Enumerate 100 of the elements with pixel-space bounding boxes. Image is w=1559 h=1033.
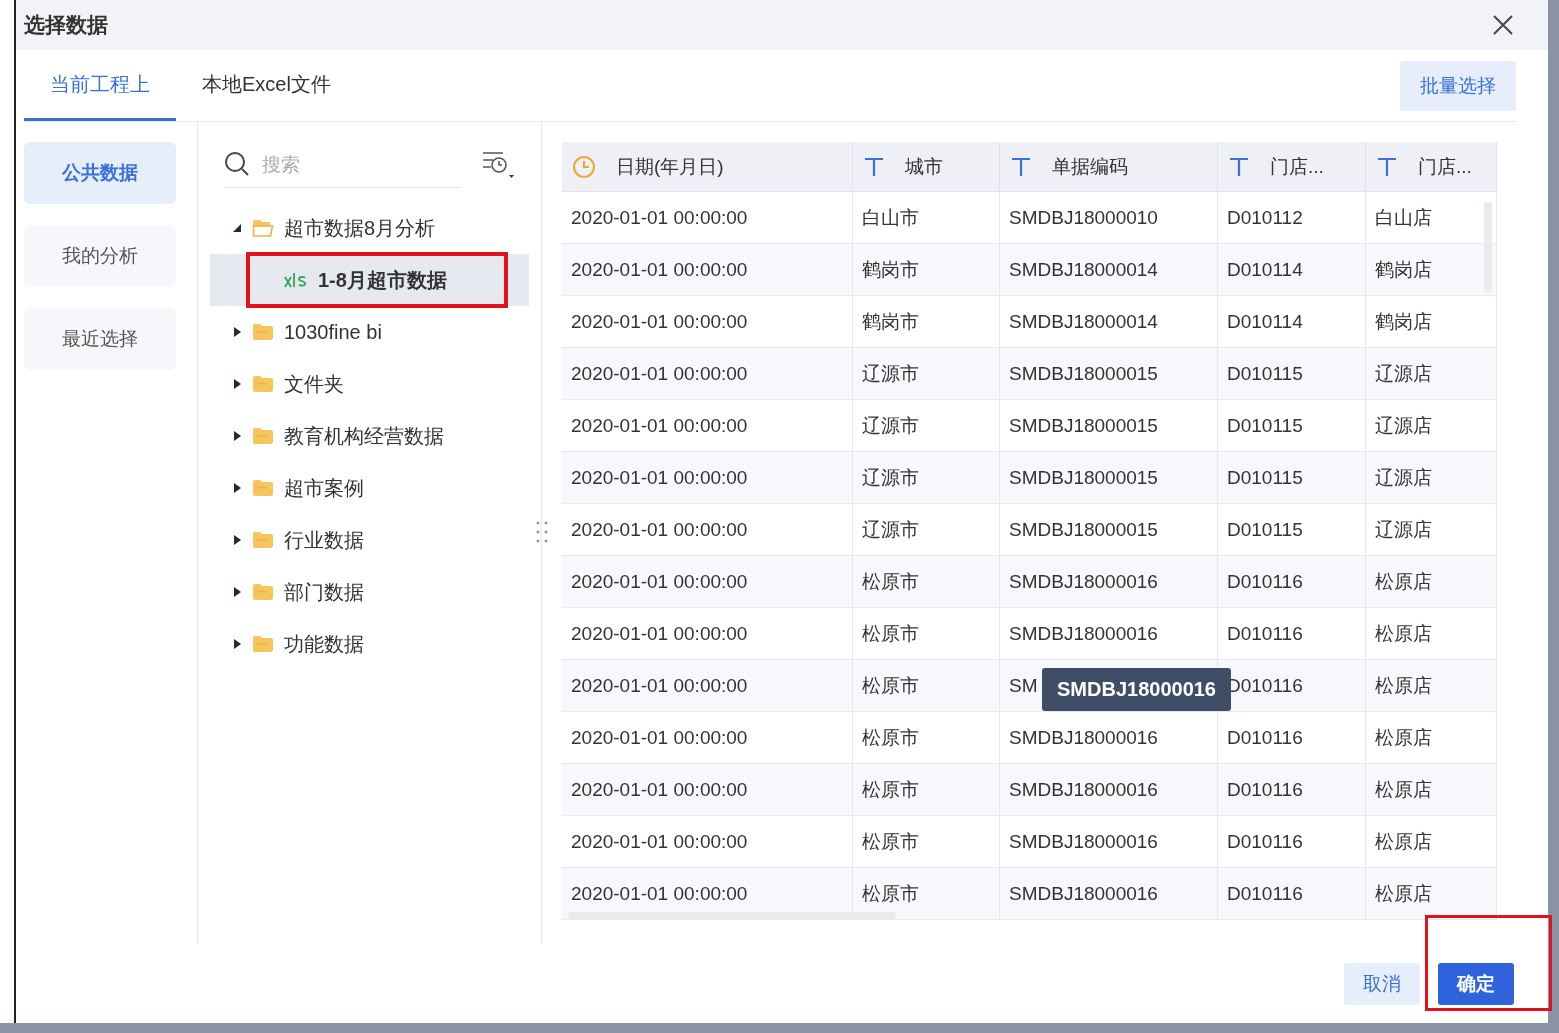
text-type-icon <box>1376 155 1398 178</box>
table-cell: SMDBJ18000014 <box>1009 258 1158 281</box>
text-type-icon <box>1010 155 1032 178</box>
tree-item[interactable]: 行业数据 <box>210 514 529 566</box>
table-cell-text: 鹤岗市 <box>862 257 919 282</box>
tree-item[interactable]: 1-8月超市数据 <box>210 254 529 306</box>
table-cell: 2020-01-01 00:00:00 <box>571 674 748 697</box>
table-cell: SMDBJ18000016 <box>1009 882 1158 905</box>
table-cell: 2020-01-01 00:00:00 <box>571 882 748 905</box>
scrollbar[interactable] <box>568 912 896 920</box>
table-cell-text: 白山市 <box>862 205 919 230</box>
caret-icon[interactable] <box>232 378 242 390</box>
caret-icon[interactable] <box>232 586 242 598</box>
column-label: 单据编码 <box>1052 154 1128 179</box>
table-cell: 2020-01-01 00:00:00 <box>571 414 748 437</box>
tree-item[interactable]: 1030fine bi <box>210 306 529 358</box>
window-title: 选择数据 <box>24 12 108 38</box>
table-cell: SMDBJ18000016 <box>1009 726 1158 749</box>
table-cell-text: 松原市 <box>862 881 919 906</box>
table-cell: D010116 <box>1227 570 1303 593</box>
table-cell: D010116 <box>1227 622 1303 645</box>
table-cell: SMDBJ18000016 <box>1009 622 1158 645</box>
table-cell: SMDBJ18000015 <box>1009 466 1158 489</box>
caret-icon[interactable] <box>232 534 242 546</box>
column-header[interactable]: 城市 <box>853 142 1000 192</box>
table-cell-text: 松原市 <box>862 621 919 646</box>
table-cell: D010116 <box>1227 882 1303 905</box>
folder-icon <box>252 375 274 393</box>
tree-item[interactable]: 超市案例 <box>210 462 529 514</box>
tree-item[interactable]: 部门数据 <box>210 566 529 618</box>
table-cell: SMDBJ18000016 <box>1009 830 1158 853</box>
confirm-button[interactable]: 确定 <box>1438 962 1514 1005</box>
table-cell-text: 松原店 <box>1375 621 1432 646</box>
column-header[interactable]: 单据编码 <box>1000 142 1218 192</box>
table-cell: D010115 <box>1227 466 1303 489</box>
caret-icon[interactable] <box>232 222 242 234</box>
table-cell: D010114 <box>1227 258 1303 281</box>
table-cell: D010116 <box>1227 726 1303 749</box>
nav-item[interactable]: 公共数据 <box>24 142 176 204</box>
tree-item[interactable]: 功能数据 <box>210 618 529 670</box>
table-cell: SMDBJ18000015 <box>1009 362 1158 385</box>
close-icon[interactable] <box>1492 14 1514 36</box>
table-cell-text: 松原市 <box>862 725 919 750</box>
folder-icon <box>252 583 274 601</box>
table-cell: 2020-01-01 00:00:00 <box>571 622 748 645</box>
table-cell: D010116 <box>1227 830 1303 853</box>
sort-filter-icon[interactable] <box>481 150 515 180</box>
tab[interactable]: 本地Excel文件 <box>176 50 357 121</box>
tree-label: 功能数据 <box>284 631 364 657</box>
table-cell: 2020-01-01 00:00:00 <box>571 310 748 333</box>
table-cell-text: 松原店 <box>1375 673 1432 698</box>
search-field[interactable]: 搜索 <box>224 142 460 188</box>
table-cell: 2020-01-01 00:00:00 <box>571 778 748 801</box>
folder-icon <box>252 479 274 497</box>
tab[interactable]: 当前工程上 <box>24 50 176 121</box>
table-cell-text: 鹤岗市 <box>862 309 919 334</box>
tree-item[interactable]: 超市数据8月分析 <box>210 202 529 254</box>
table-cell-text: 辽源店 <box>1375 517 1432 542</box>
folder-icon <box>252 323 274 341</box>
tree-label: 教育机构经营数据 <box>284 423 444 449</box>
tree-label: 超市数据8月分析 <box>284 215 436 241</box>
table-cell: SMDBJ18000016 <box>1009 570 1158 593</box>
table-cell-text: 松原店 <box>1375 777 1432 802</box>
table-cell-text: 松原市 <box>862 569 919 594</box>
folder-icon <box>252 635 274 653</box>
table-cell-text: 辽源店 <box>1375 465 1432 490</box>
column-header[interactable]: 日期(年月日) <box>562 142 853 192</box>
nav-item[interactable]: 最近选择 <box>24 308 176 370</box>
cancel-button[interactable]: 取消 <box>1344 962 1420 1005</box>
tree-item[interactable]: 文件夹 <box>210 358 529 410</box>
table-cell: 2020-01-01 00:00:00 <box>571 258 748 281</box>
batch-select-button[interactable]: 批量选择 <box>1400 60 1516 111</box>
table-cell: SMDBJ18000015 <box>1009 414 1158 437</box>
column-header[interactable]: 门店... <box>1366 142 1497 192</box>
table-cell: D010115 <box>1227 414 1303 437</box>
table-cell-text: 辽源市 <box>862 361 919 386</box>
table-cell-text: 鹤岗店 <box>1375 309 1432 334</box>
caret-icon[interactable] <box>232 326 242 338</box>
nav-item[interactable]: 我的分析 <box>24 225 176 287</box>
table-cell: 2020-01-01 00:00:00 <box>571 518 748 541</box>
resize-handle-icon[interactable] <box>535 520 549 544</box>
table-cell-text: 松原市 <box>862 777 919 802</box>
caret-icon[interactable] <box>232 430 242 442</box>
table-cell: SM <box>1009 674 1038 697</box>
table-cell: 2020-01-01 00:00:00 <box>571 466 748 489</box>
folder-icon <box>252 427 274 445</box>
tree-label: 1-8月超市数据 <box>318 267 447 293</box>
caret-icon[interactable] <box>232 482 242 494</box>
column-header[interactable]: 门店... <box>1218 142 1366 192</box>
table-cell-text: 松原店 <box>1375 569 1432 594</box>
tooltip: SMDBJ18000016 <box>1042 668 1231 711</box>
table-cell-text: 松原店 <box>1375 881 1432 906</box>
scrollbar[interactable] <box>1484 202 1492 292</box>
caret-icon[interactable] <box>232 638 242 650</box>
table-cell-text: 松原市 <box>862 829 919 854</box>
table-cell: D010116 <box>1227 778 1303 801</box>
tree-item[interactable]: 教育机构经营数据 <box>210 410 529 462</box>
table-cell: 2020-01-01 00:00:00 <box>571 362 748 385</box>
table-cell-text: 松原店 <box>1375 829 1432 854</box>
table-cell: D010112 <box>1227 206 1303 229</box>
